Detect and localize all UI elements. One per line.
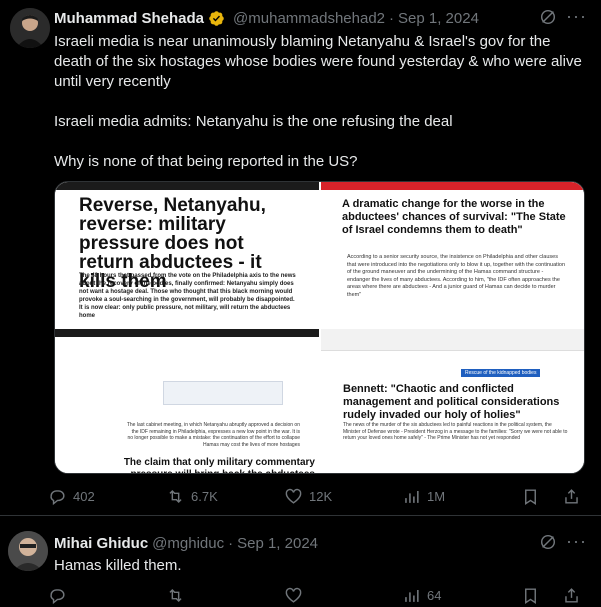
like-icon — [285, 587, 302, 603]
repost-button[interactable]: 6.7K — [166, 487, 284, 506]
panel-subtext: The news of the murder of the six abduct… — [343, 422, 568, 441]
media-grid[interactable]: Reverse, Netanyahu, reverse: military pr… — [54, 181, 585, 474]
reply-button[interactable] — [48, 586, 166, 605]
tweet-date[interactable]: Sep 1, 2024 — [237, 535, 318, 552]
site-nav-bar — [321, 182, 584, 190]
author-handle[interactable]: @muhammadshehad2 — [233, 10, 385, 27]
avatar-image — [10, 8, 50, 48]
tweet-text-content: Hamas killed them. — [54, 557, 182, 574]
panel-headline: A dramatic change for the worse in the a… — [342, 198, 566, 236]
tweet-header: Mihai Ghiduc @mghiduc · Sep 1, 2024 — [54, 533, 585, 553]
repost-icon — [169, 588, 182, 602]
share-button[interactable] — [562, 487, 587, 506]
grok-icon[interactable] — [539, 533, 557, 551]
bookmark-button[interactable] — [521, 586, 546, 605]
views-icon — [405, 589, 419, 602]
views-icon — [405, 490, 419, 503]
grok-icon[interactable] — [539, 8, 557, 26]
reply-count: 402 — [73, 488, 95, 504]
panel-subtext: According to a senior security source, t… — [347, 254, 566, 298]
more-icon[interactable]: ··· — [566, 6, 587, 27]
media-image-1[interactable]: Reverse, Netanyahu, reverse: military pr… — [55, 182, 319, 327]
tweet-text: Israeli media is near unanimously blamin… — [54, 32, 584, 172]
media-image-4[interactable]: Rescue of the kidnapped bodies Bennett: … — [321, 329, 584, 473]
share-icon — [565, 488, 578, 504]
repost-count: 6.7K — [191, 488, 218, 504]
more-icon[interactable]: ··· — [566, 531, 587, 552]
tweet-text: Hamas killed them. — [54, 556, 584, 576]
panel-headline: Bennett: "Chaotic and conflicted managem… — [343, 383, 560, 421]
media-image-2[interactable]: A dramatic change for the worse in the a… — [321, 182, 584, 327]
tweet-header: Muhammad Shehada @muhammadshehad2 · Sep … — [54, 8, 585, 28]
view-count: 64 — [427, 587, 442, 603]
media-image-3[interactable]: The last cabinet meeting, in which Netan… — [55, 329, 319, 473]
tweet-main[interactable]: Muhammad Shehada @muhammadshehad2 · Sep … — [0, 0, 601, 516]
share-button[interactable] — [562, 586, 587, 605]
avatar-image — [8, 531, 48, 571]
like-button[interactable] — [284, 586, 402, 605]
tweet-reply[interactable]: Mihai Ghiduc @mghiduc · Sep 1, 2024 ··· … — [0, 517, 601, 607]
site-nav-bar — [55, 182, 319, 190]
action-bar: 64 — [48, 585, 587, 605]
site-nav-bar — [321, 329, 584, 351]
like-icon — [285, 488, 302, 504]
action-bar: 402 6.7K 12K 1M — [48, 486, 587, 506]
bookmark-button[interactable] — [521, 487, 546, 506]
views-button[interactable]: 1M — [402, 487, 520, 506]
panel-subtext: The last cabinet meeting, in which Netan… — [126, 422, 300, 448]
author-handle[interactable]: @mghiduc — [152, 535, 224, 552]
reply-icon — [50, 489, 65, 505]
bookmark-icon — [525, 587, 536, 604]
reply-button[interactable]: 402 — [48, 487, 166, 506]
bookmark-icon — [525, 488, 536, 505]
view-count: 1M — [427, 488, 446, 504]
panel-subtext: The 48 hours that passed from the vote o… — [79, 273, 296, 319]
verified-gold-icon — [208, 10, 225, 27]
separator: · — [389, 9, 395, 27]
like-button[interactable]: 12K — [284, 487, 402, 506]
avatar[interactable] — [10, 8, 50, 48]
repost-icon — [169, 489, 182, 503]
site-nav-bar — [55, 329, 319, 337]
separator: · — [228, 534, 234, 552]
reply-icon — [50, 588, 65, 604]
views-button[interactable]: 64 — [402, 586, 520, 605]
avatar[interactable] — [8, 531, 48, 571]
section-tag: Rescue of the kidnapped bodies — [461, 369, 541, 377]
like-count: 12K — [309, 488, 333, 504]
tweet-date[interactable]: Sep 1, 2024 — [398, 10, 479, 27]
share-icon — [565, 587, 578, 603]
author-name[interactable]: Mihai Ghiduc — [54, 535, 148, 552]
repost-button[interactable] — [166, 586, 284, 605]
ad-banner — [163, 381, 283, 405]
tweet-text-content: Israeli media is near unanimously blamin… — [54, 33, 582, 170]
panel-headline: The claim that only military commentary … — [123, 457, 315, 473]
author-name[interactable]: Muhammad Shehada — [54, 10, 204, 27]
